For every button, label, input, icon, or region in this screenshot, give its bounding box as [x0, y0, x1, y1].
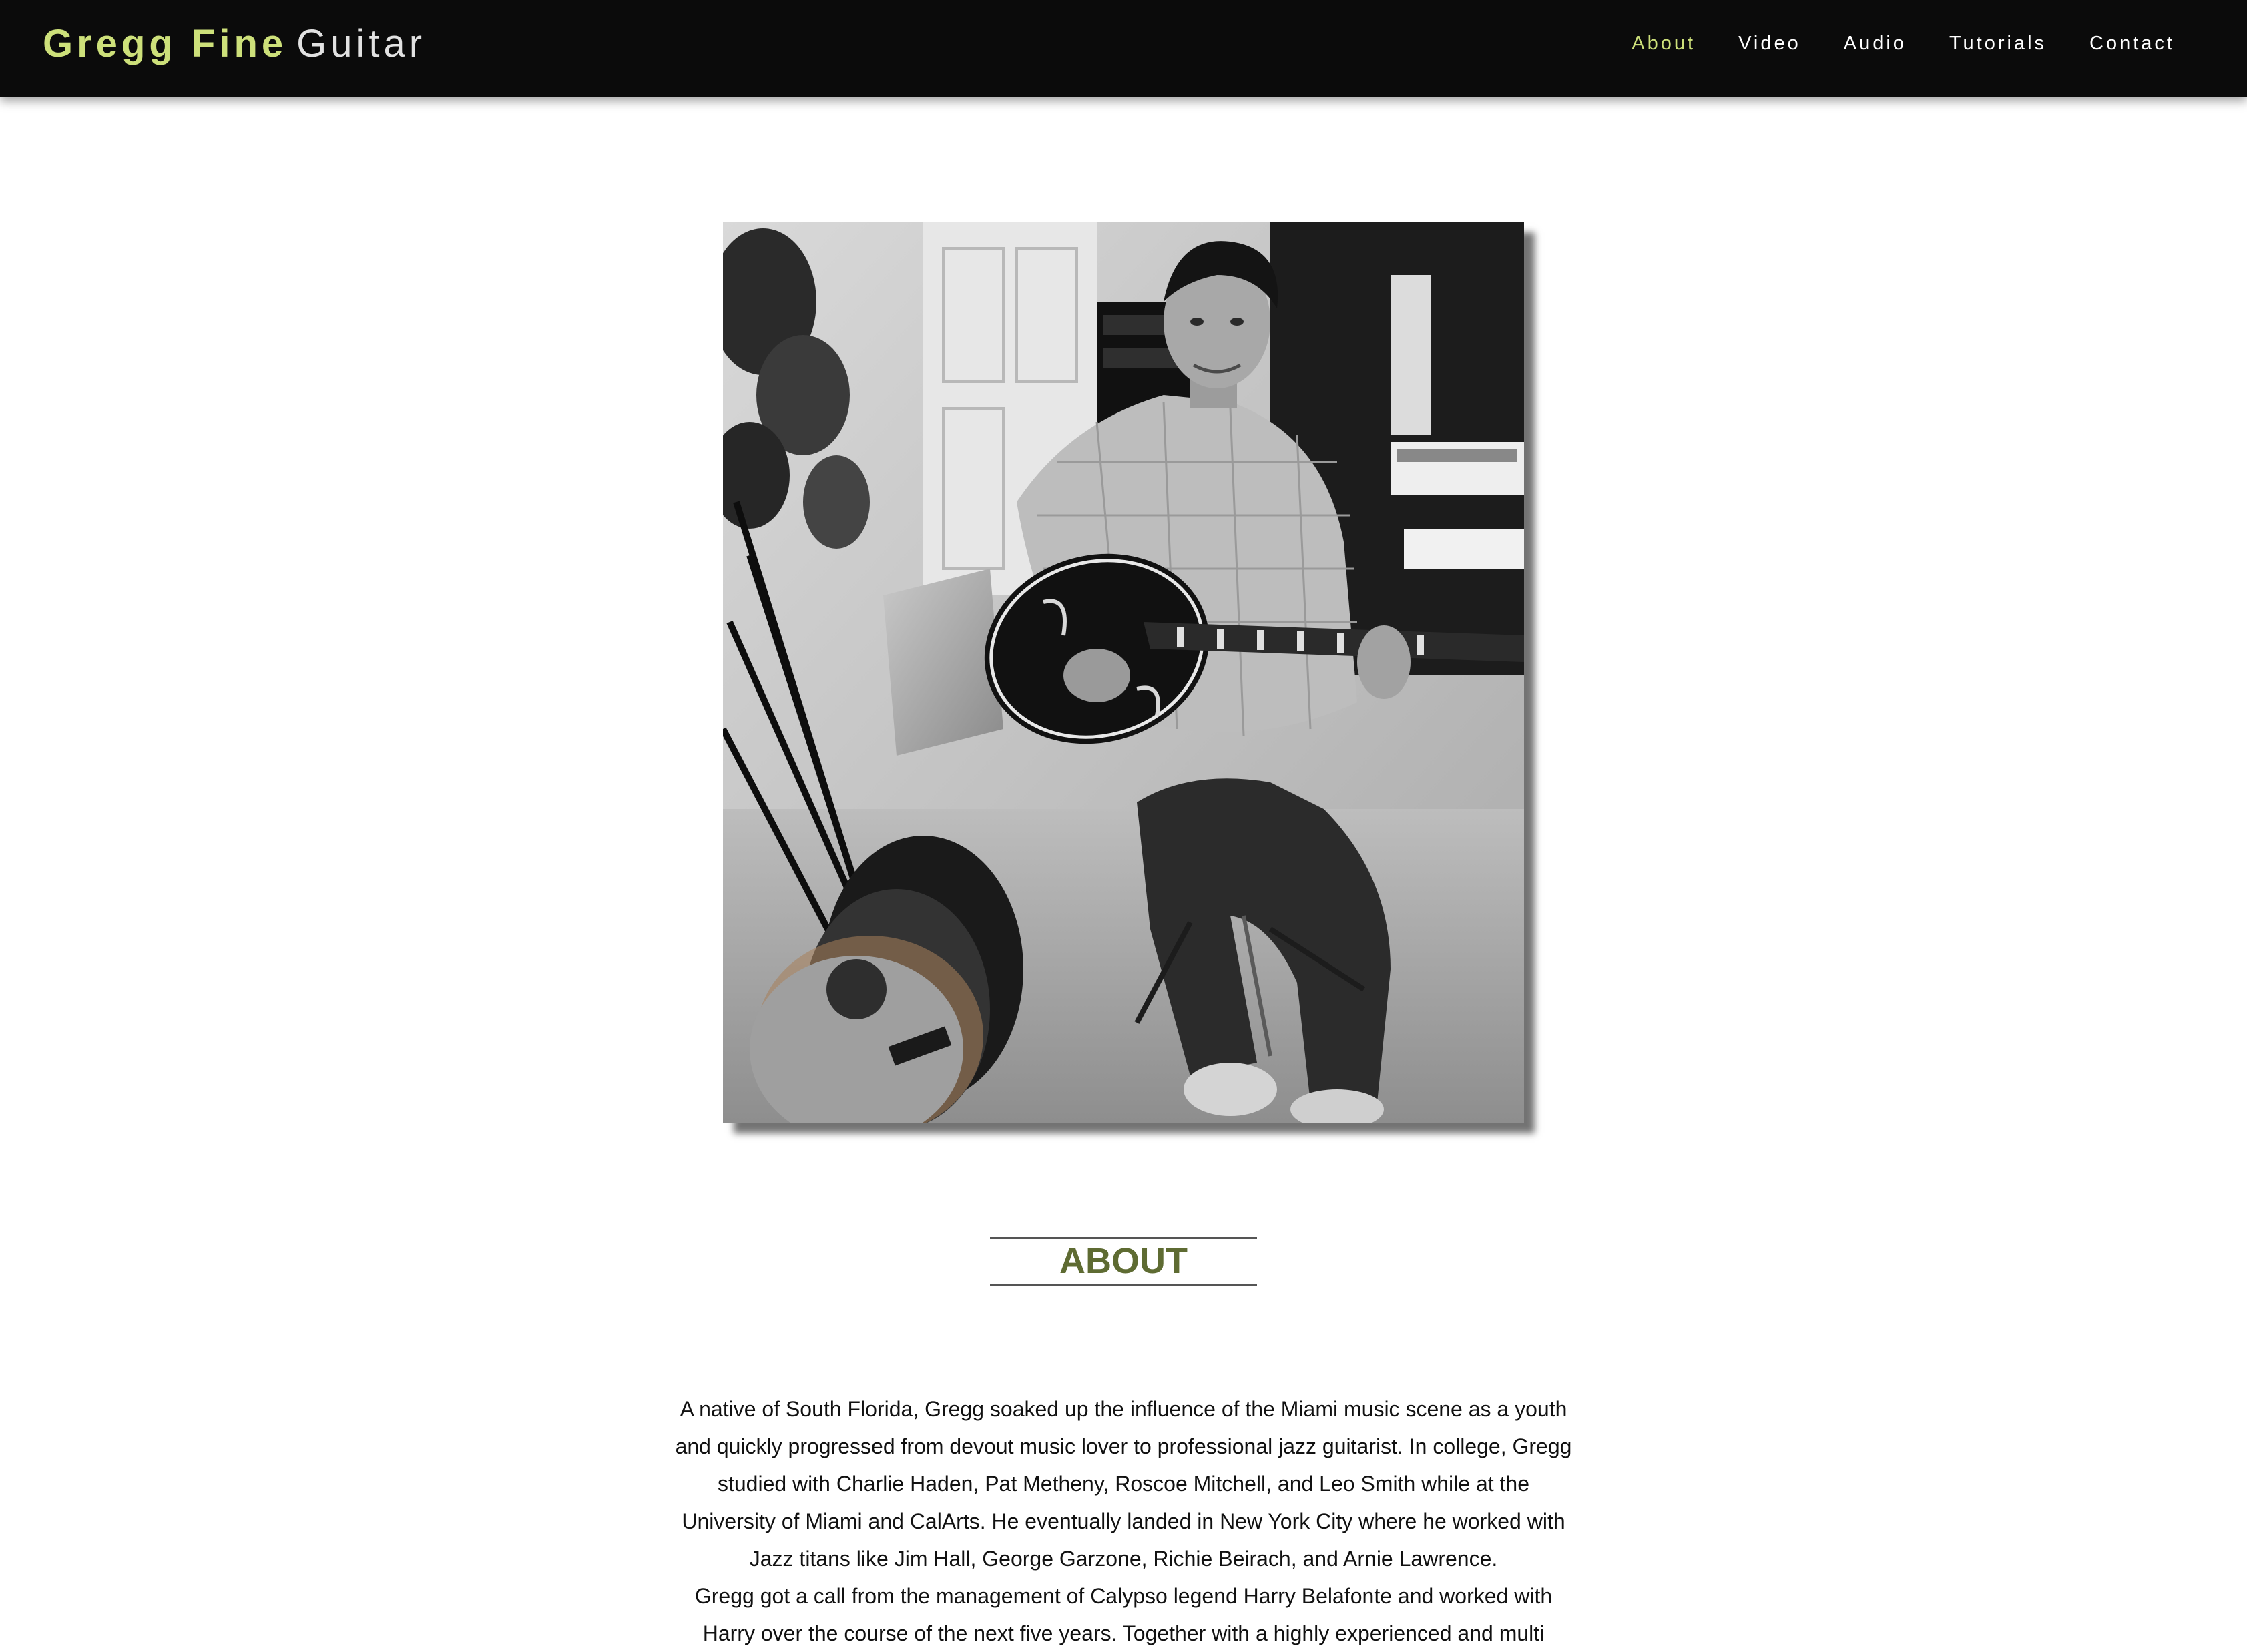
guitarist-photo	[723, 222, 1524, 1123]
about-paragraph-1: A native of South Florida, Gregg soaked …	[675, 1397, 1572, 1571]
nav-item-contact: Contact	[2089, 29, 2175, 57]
nav-link-video[interactable]: Video	[1738, 33, 1801, 54]
nav-item-video: Video	[1738, 29, 1801, 57]
nav-link-audio[interactable]: Audio	[1844, 33, 1907, 54]
nav-item-about: About	[1632, 29, 1696, 57]
about-paragraph-2: Gregg got a call from the management of …	[694, 1584, 1553, 1645]
nav-link-about[interactable]: About	[1632, 33, 1696, 54]
about-text: A native of South Florida, Gregg soaked …	[674, 1390, 1573, 1652]
site-header: Gregg Fine Guitar About Video Audio Tutor…	[0, 0, 2247, 97]
guitarist-photo-illustration	[723, 222, 1524, 1123]
site-logo[interactable]: Gregg Fine Guitar	[43, 20, 426, 68]
nav-item-tutorials: Tutorials	[1949, 29, 2047, 57]
main-nav: About Video Audio Tutorials Contact	[1632, 29, 2175, 57]
brand-subtitle: Guitar	[296, 22, 427, 65]
nav-link-tutorials[interactable]: Tutorials	[1949, 33, 2047, 54]
about-heading: ABOUT	[1059, 1241, 1188, 1281]
brand-name: Gregg Fine	[43, 22, 288, 65]
nav-link-contact[interactable]: Contact	[2089, 33, 2175, 54]
about-heading-block: ABOUT	[990, 1237, 1257, 1286]
nav-item-audio: Audio	[1844, 29, 1907, 57]
